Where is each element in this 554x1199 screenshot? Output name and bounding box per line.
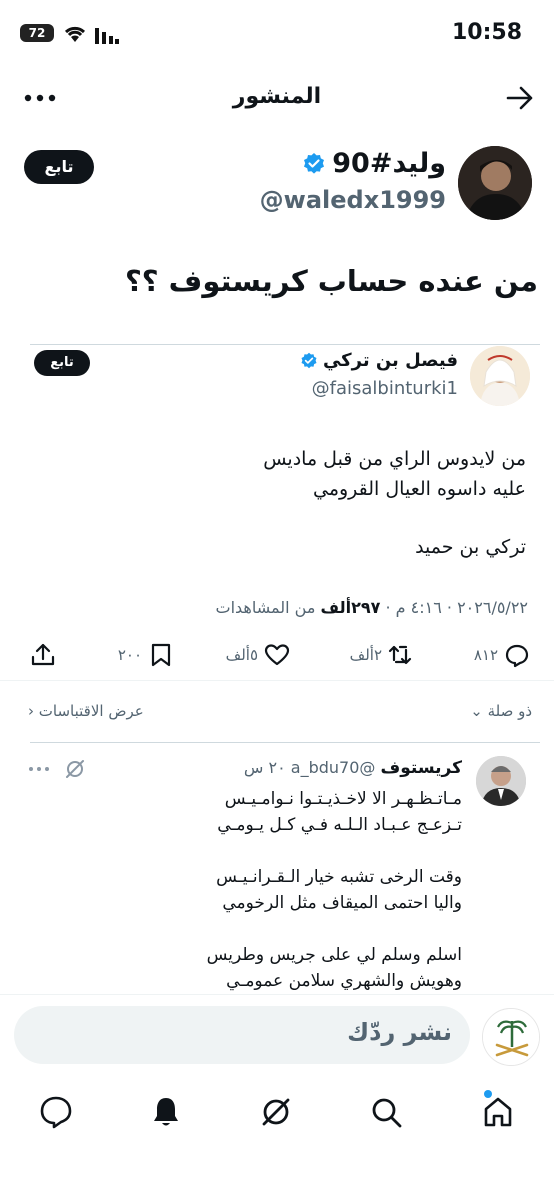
user-avatar[interactable] — [482, 1008, 540, 1066]
page-title: المنشور — [232, 84, 322, 109]
embed-date: ٢٠٢٦/٥/٢٢ · ٤:١٦ م · — [385, 598, 528, 617]
reply-input-placeholder: نشر ردّك — [347, 1018, 452, 1046]
reply-avatar — [476, 756, 526, 806]
author-name[interactable]: وليد#90 — [302, 148, 446, 179]
related-label: ذو صلة — [487, 702, 532, 720]
reply-action: ٨١٢ — [474, 642, 530, 668]
reply-line: مـاتـظـهـر الا لاخـذيـتـوا نـوامـيـس — [224, 789, 462, 809]
embed-views: ٢٩٧ألف — [320, 598, 381, 617]
share-icon — [31, 643, 55, 666]
repost-action: ٢ألف — [350, 642, 414, 668]
reply-line: اسلم وسلم لي على جريس وطريس — [206, 945, 462, 965]
post-text: من عنده حساب كريستوف ؟؟ — [124, 264, 538, 298]
wifi-icon — [64, 26, 86, 42]
quotes-label: عرض الاقتباسات — [38, 702, 144, 720]
author-handle[interactable]: @waledx1999 — [260, 186, 446, 214]
notifications-bell-icon[interactable] — [146, 1092, 186, 1132]
embed-divider — [30, 344, 540, 345]
embed-signature: تركي بن حميد — [415, 536, 526, 558]
embed-divider — [30, 742, 540, 743]
verified-badge-icon — [301, 352, 317, 368]
like-count: ٥ألف — [225, 646, 258, 664]
embed-views-label: من المشاهدات — [215, 598, 316, 617]
share-action — [30, 642, 56, 668]
embed-body-line: من لايدوس الراي من قبل ماديس — [263, 448, 526, 470]
grok-icon — [66, 760, 84, 778]
more-options-icon — [29, 767, 49, 771]
heart-icon — [264, 644, 290, 666]
embed-avatar — [470, 346, 530, 406]
view-quotes-link: عرض الاقتباسات ‹ — [28, 702, 144, 720]
verified-badge-icon — [304, 152, 325, 174]
related-link: ذو صلة ⌄ — [470, 702, 532, 720]
reply-line — [207, 916, 462, 942]
bookmark-icon — [151, 643, 171, 667]
bookmark-action: ٢٠٠ — [118, 642, 174, 668]
reply-tools — [28, 758, 86, 780]
like-action: ٥ألف — [226, 642, 290, 668]
embed-author-name-text: فيصل بن تركي — [322, 350, 458, 371]
reply-time: ٢٠ س — [243, 758, 286, 777]
back-arrow-icon[interactable] — [504, 82, 536, 114]
composer-divider — [0, 994, 554, 995]
notification-dot — [484, 1090, 492, 1098]
reply-body: مـاتـظـهـر الا لاخـذيـتـوا نـوامـيـس تـز… — [207, 786, 462, 994]
embed-author-name: فيصل بن تركي — [300, 350, 458, 371]
grok-icon[interactable] — [256, 1092, 296, 1132]
reply-author-name: كريستوف — [380, 758, 463, 778]
embed-meta: ٢٠٢٦/٥/٢٢ · ٤:١٦ م · ٢٩٧ألف من المشاهدات — [216, 598, 528, 617]
author-avatar[interactable] — [458, 146, 532, 220]
embed-author-handle: @faisalbinturki1 — [311, 378, 458, 399]
signal-icon — [95, 28, 119, 44]
embed-divider — [0, 680, 554, 681]
reply-line: تـزعـج عـبـاد الـلـه فـي كـل يـومـي — [217, 815, 462, 835]
reply-line: واليا احتمى الميقاف مثل الرخومي — [222, 893, 462, 913]
battery-indicator: 72 — [20, 24, 54, 42]
home-icon[interactable] — [478, 1092, 518, 1132]
reply-author-handle: @a_bdu70 — [290, 758, 376, 777]
status-time: 10:58 — [452, 20, 523, 45]
reply-count: ٨١٢ — [473, 646, 498, 664]
chevron-left-icon: ‹ — [28, 702, 34, 720]
reply-line: وقت الرخى تشبه خيار الـقـرانـيـس — [216, 867, 462, 887]
reply-icon — [505, 644, 529, 668]
chevron-down-icon: ⌄ — [470, 702, 483, 720]
embed-body: من لايدوس الراي من قبل ماديس عليه داسوه … — [263, 444, 526, 504]
messages-icon[interactable] — [36, 1092, 76, 1132]
follow-button[interactable]: تابع — [24, 150, 94, 184]
embed-follow-button: تابع — [34, 350, 90, 376]
embed-body-line: عليه داسوه العيال القرومي — [312, 478, 526, 500]
repost-count: ٢ألف — [349, 646, 382, 664]
reply-header: كريستوف @a_bdu70 ٢٠ س — [244, 758, 462, 778]
repost-icon — [388, 645, 412, 665]
author-name-text: وليد#90 — [332, 148, 446, 179]
reply-line: وهويش والشهري سلامن عمومـي — [226, 971, 462, 991]
search-icon[interactable] — [366, 1092, 406, 1132]
reply-line — [207, 838, 462, 864]
bookmark-count: ٢٠٠ — [117, 646, 142, 664]
